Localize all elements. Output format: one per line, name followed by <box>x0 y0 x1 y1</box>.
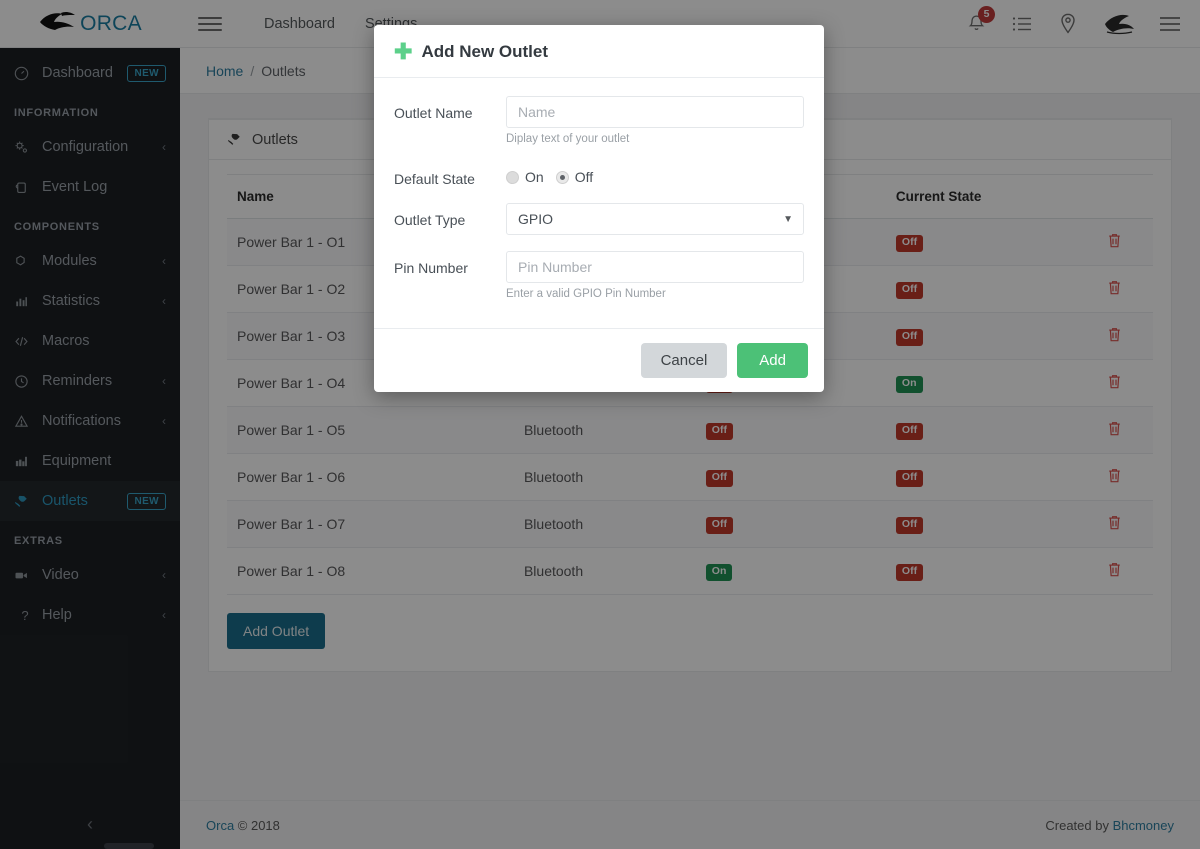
radio-dot-on <box>506 170 519 184</box>
cancel-button[interactable]: Cancel <box>640 343 728 378</box>
app-root: ORCA Dashboard Settings 5 Dashboard NEW … <box>0 0 1200 849</box>
outlet-type-select[interactable] <box>506 203 804 235</box>
field-outlet-name: Diplay text of your outlet <box>506 96 804 157</box>
radio-dot-off <box>555 170 569 184</box>
radio-label-off: Off <box>574 169 594 185</box>
field-row-default-state: Default State On Off <box>394 161 804 199</box>
field-row-pin-number: Pin Number Enter a valid GPIO Pin Number <box>394 251 804 304</box>
field-row-outlet-type: Outlet Type ▼ <box>394 203 804 247</box>
label-pin-number: Pin Number <box>394 260 468 276</box>
outlet-type-select-wrapper: ▼ <box>506 203 804 235</box>
add-new-outlet-dialog: ✚ Add New Outlet Outlet Name Diplay text… <box>374 25 824 392</box>
dialog-body: Outlet Name Diplay text of your outlet D… <box>374 78 824 328</box>
help-outlet-name: Diplay text of your outlet <box>506 133 630 145</box>
field-pin-number: Enter a valid GPIO Pin Number <box>506 251 804 304</box>
field-outlet-type: ▼ <box>506 203 804 247</box>
pin-number-input[interactable] <box>506 251 804 283</box>
label-outlet-name: Outlet Name <box>394 105 473 121</box>
outlet-name-input[interactable] <box>506 96 804 128</box>
help-pin-number: Enter a valid GPIO Pin Number <box>506 288 666 300</box>
plus-icon: ✚ <box>394 39 413 64</box>
default-state-radio-group: On Off <box>506 161 804 199</box>
label-default-state: Default State <box>394 171 475 187</box>
dialog-title: Add New Outlet <box>421 42 548 61</box>
add-button[interactable]: Add <box>737 343 808 378</box>
dialog-footer: Cancel Add <box>374 328 824 392</box>
radio-default-state-on[interactable]: On <box>506 169 544 185</box>
field-default-state: On Off <box>506 161 804 199</box>
label-outlet-type: Outlet Type <box>394 212 466 228</box>
radio-label-on: On <box>525 169 544 185</box>
dialog-header: ✚ Add New Outlet <box>374 25 824 78</box>
field-row-outlet-name: Outlet Name Diplay text of your outlet <box>394 96 804 157</box>
radio-default-state-off[interactable]: Off <box>555 169 594 185</box>
